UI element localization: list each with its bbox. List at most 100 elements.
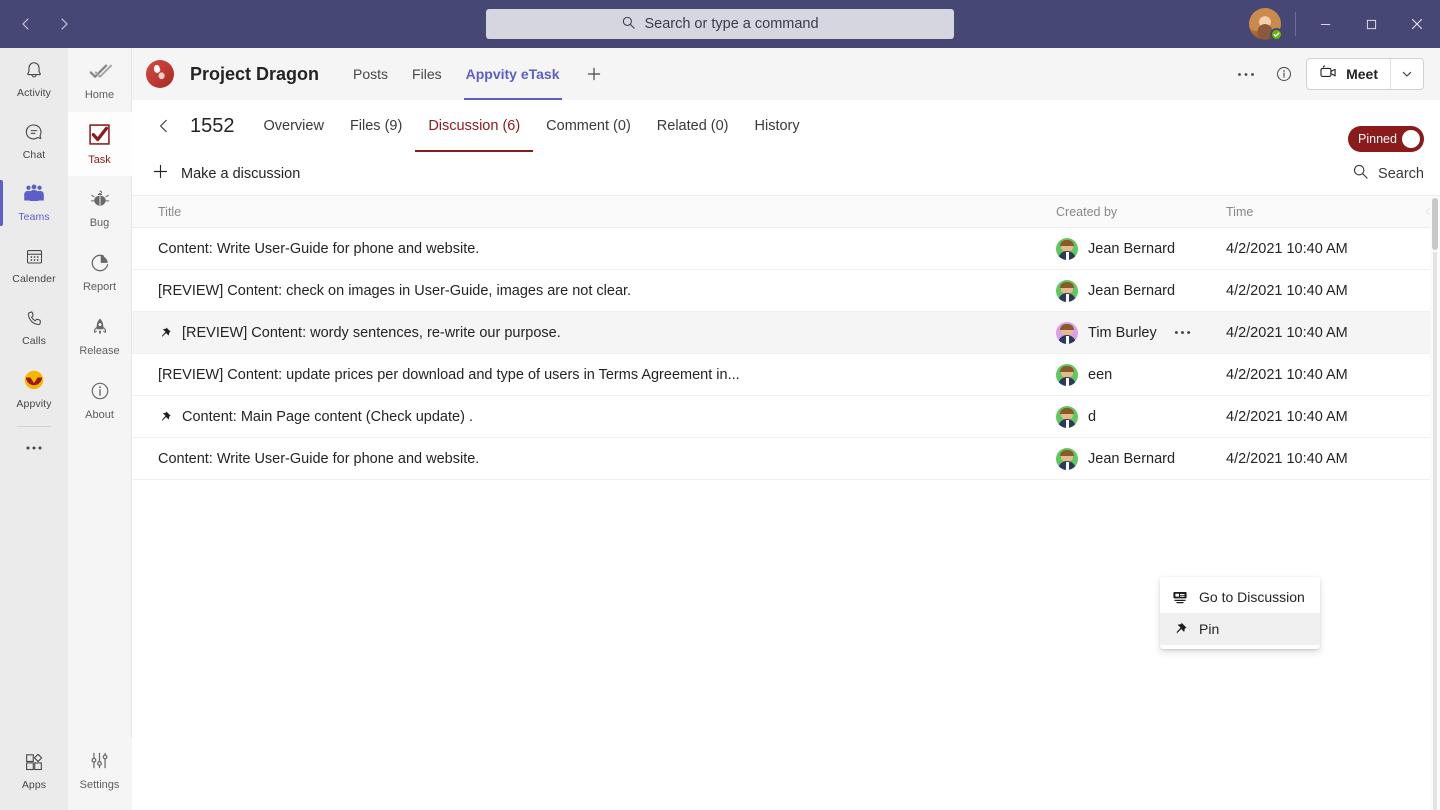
content-area: Project Dragon Posts Files Appvity eTask	[132, 48, 1440, 810]
tab-files[interactable]: Files	[400, 48, 454, 100]
table-row[interactable]: Content: Write User-Guide for phone and …	[132, 228, 1440, 270]
task-tab-history[interactable]: History	[742, 100, 813, 152]
table-scrollbar[interactable]	[1430, 196, 1440, 810]
table-row[interactable]: Content: Write User-Guide for phone and …	[132, 438, 1440, 480]
subrail-item-label: About	[85, 409, 114, 421]
context-menu-item-pin[interactable]: Pin	[1160, 613, 1320, 645]
table-row[interactable]: [REVIEW] Content: update prices per down…	[132, 354, 1440, 396]
rail-item-calls[interactable]: Calls	[0, 296, 68, 358]
subrail-item-label: Task	[88, 154, 111, 166]
rail-item-calender[interactable]: Calender	[0, 234, 68, 296]
context-menu-item-go-to-discussion[interactable]: Go to Discussion	[1160, 581, 1320, 613]
meet-label: Meet	[1346, 66, 1378, 82]
subrail-item-about[interactable]: About	[68, 368, 132, 432]
row-time-cell: 4/2/2021 10:40 AM	[1226, 367, 1426, 383]
close-button[interactable]	[1394, 0, 1440, 48]
row-created-by-name: Jean Bernard	[1088, 241, 1175, 257]
tab-appvity-etask[interactable]: Appvity eTask	[454, 48, 572, 100]
rail-item-appvity[interactable]: Appvity	[0, 358, 68, 420]
back-arrow-button[interactable]	[10, 8, 42, 40]
global-search-input[interactable]: Search or type a command	[486, 9, 954, 39]
pin-icon	[158, 410, 172, 424]
task-tab-comment[interactable]: Comment (0)	[533, 100, 644, 152]
subrail-item-release[interactable]: Release	[68, 304, 132, 368]
column-header-time[interactable]: Time	[1226, 205, 1426, 219]
info-icon	[89, 380, 111, 405]
minimize-button[interactable]	[1302, 0, 1348, 48]
make-discussion-button[interactable]: Make a discussion	[146, 163, 300, 184]
rail-item-label: Calls	[22, 335, 46, 347]
avatar	[1056, 448, 1078, 470]
team-header: Project Dragon Posts Files Appvity eTask	[132, 48, 1440, 100]
row-title-cell: Content: Write User-Guide for phone and …	[132, 241, 1056, 257]
team-more-options-button[interactable]	[1230, 58, 1262, 90]
meet-button-main[interactable]: Meet	[1307, 59, 1390, 89]
task-tab-related[interactable]: Related (0)	[644, 100, 742, 152]
plus-icon	[152, 163, 169, 184]
table-row[interactable]: Content: Main Page content (Check update…	[132, 396, 1440, 438]
context-menu-item-label: Go to Discussion	[1199, 589, 1305, 605]
chat-icon	[23, 121, 45, 146]
tab-label: Files	[412, 66, 442, 82]
column-header-created-by[interactable]: Created by	[1056, 205, 1226, 219]
global-search-placeholder: Search or type a command	[644, 16, 818, 32]
subrail-item-label: Bug	[90, 217, 110, 229]
tab-label: Posts	[353, 66, 388, 82]
tab-label: Appvity eTask	[466, 66, 560, 82]
rail-item-label: Calender	[12, 273, 55, 285]
info-circle-icon[interactable]	[1268, 58, 1300, 90]
row-more-options-button[interactable]	[1168, 321, 1196, 345]
subrail-item-label: Report	[83, 281, 116, 293]
apps-icon	[23, 751, 45, 776]
discussion-search-label: Search	[1378, 166, 1424, 182]
avatar	[1056, 364, 1078, 386]
add-tab-button[interactable]	[578, 58, 610, 90]
row-title-cell: [REVIEW] Content: check on images in Use…	[132, 283, 1056, 299]
row-time-cell: 4/2/2021 10:40 AM	[1226, 409, 1426, 425]
row-created-by-name: een	[1088, 367, 1112, 383]
discussion-search-button[interactable]: Search	[1352, 163, 1424, 184]
task-tab-overview[interactable]: Overview	[251, 100, 337, 152]
rail-item-label: Appvity	[16, 398, 51, 410]
rail-more-button[interactable]	[0, 429, 68, 467]
tab-label: Comment (0)	[546, 118, 631, 134]
row-title-text: Content: Write User-Guide for phone and …	[158, 241, 479, 257]
pinned-toggle-label: Pinned	[1358, 132, 1397, 146]
tab-posts[interactable]: Posts	[341, 48, 400, 100]
rocket-icon	[89, 316, 111, 341]
rail-item-chat[interactable]: Chat	[0, 110, 68, 172]
subrail-item-report[interactable]: Report	[68, 240, 132, 304]
forward-arrow-button[interactable]	[48, 8, 80, 40]
scrollbar-thumb[interactable]	[1432, 198, 1438, 250]
pinned-toggle-knob	[1402, 130, 1420, 148]
avatar	[1056, 322, 1078, 344]
rail-item-activity[interactable]: Activity	[0, 48, 68, 110]
task-tab-discussion[interactable]: Discussion (6)	[415, 100, 533, 152]
task-back-button[interactable]	[148, 110, 180, 142]
task-check-icon	[87, 122, 112, 150]
avatar	[1056, 238, 1078, 260]
bug-icon	[89, 188, 111, 213]
maximize-button[interactable]	[1348, 0, 1394, 48]
table-row[interactable]: [REVIEW] Content: check on images in Use…	[132, 270, 1440, 312]
task-tabs: Overview Files (9) Discussion (6) Commen…	[251, 100, 813, 152]
column-header-title[interactable]: Title	[132, 205, 1056, 219]
scrollbar-track[interactable]	[1433, 252, 1437, 810]
pinned-toggle[interactable]: Pinned	[1348, 126, 1424, 152]
subrail-item-bug[interactable]: Bug	[68, 176, 132, 240]
rail-item-apps[interactable]: Apps	[0, 740, 68, 802]
window-controls	[1249, 0, 1440, 48]
task-tab-files[interactable]: Files (9)	[337, 100, 415, 152]
row-created-by-name: Tim Burley	[1088, 325, 1157, 341]
row-created-by-cell: Jean Bernard	[1056, 448, 1226, 470]
user-avatar[interactable]	[1249, 8, 1281, 40]
meet-dropdown-button[interactable]	[1391, 59, 1423, 89]
subrail-item-home[interactable]: Home	[68, 48, 132, 112]
row-created-by-cell: Tim Burley	[1056, 322, 1226, 344]
subrail-item-task[interactable]: Task	[68, 112, 132, 176]
table-row[interactable]: [REVIEW] Content: wordy sentences, re-wr…	[132, 312, 1440, 354]
subrail-item-settings[interactable]: Settings	[68, 738, 132, 802]
team-tabs: Posts Files Appvity eTask	[341, 48, 609, 100]
meet-button[interactable]: Meet	[1306, 58, 1424, 90]
rail-item-teams[interactable]: Teams	[0, 172, 68, 234]
